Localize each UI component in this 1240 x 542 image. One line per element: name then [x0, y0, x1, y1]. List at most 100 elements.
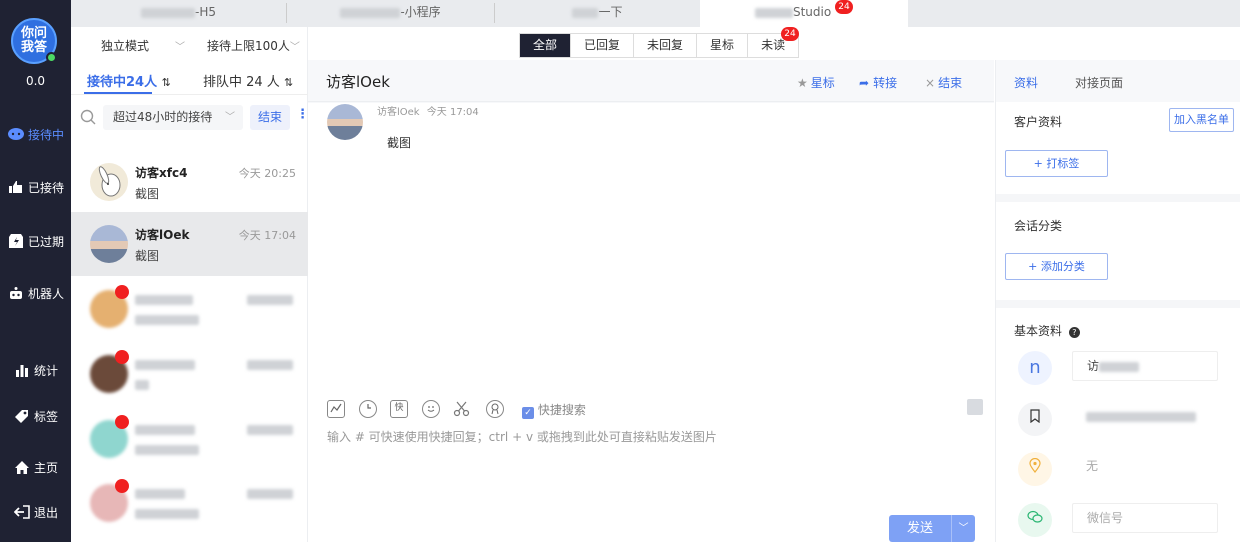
redacted-text	[141, 7, 195, 18]
message-input[interactable]: 输入 # 可快速使用快捷回复；ctrl + v 或拖拽到此处可直接粘贴发送图片	[327, 428, 967, 445]
sidebar-item-robot[interactable]: 机器人	[0, 281, 71, 305]
emoji-icon[interactable]	[422, 400, 440, 418]
time-filter-select[interactable]: 超过48小时的接待 ﹀	[103, 105, 243, 130]
chat-title: 访客lOek	[326, 73, 390, 91]
clock-icon[interactable]	[359, 400, 377, 418]
end-button[interactable]: 结束	[250, 105, 290, 130]
conversation-time: 今天 17:04	[238, 229, 296, 242]
redacted-text	[754, 7, 793, 18]
list-item[interactable]	[71, 407, 308, 471]
message-area: 访客lOek 今天 17:04 截图	[308, 103, 994, 399]
list-item[interactable]: 访客xfc4 截图 今天 20:25	[71, 150, 308, 214]
chat-header: 访客lOek ★ 星标 ➦ 转接 × 结束	[308, 60, 994, 102]
redacted-text	[135, 380, 149, 390]
sidebar-item-served[interactable]: 已接待	[0, 175, 71, 199]
conversation-time: 今天 20:25	[238, 167, 296, 180]
redacted-text	[247, 360, 293, 370]
message-avatar	[327, 104, 363, 140]
section-divider	[996, 194, 1240, 202]
home-icon	[13, 459, 31, 475]
tab-studio[interactable]: Studio 24	[700, 0, 908, 27]
star-button[interactable]: ★ 星标	[797, 74, 835, 91]
blacklist-button[interactable]: 加入黑名单	[1169, 108, 1234, 132]
tab-third[interactable]: 一下	[495, 0, 700, 27]
transfer-button[interactable]: ➦ 转接	[859, 74, 897, 91]
session-category-title: 会话分类	[1014, 219, 1063, 233]
quick-search-checkbox[interactable]: ✓ 快捷搜索	[522, 401, 586, 419]
sort-icon: ⇅	[161, 76, 171, 89]
share-icon: ➦	[859, 76, 870, 90]
sidebar-item-expired[interactable]: 已过期	[0, 229, 71, 253]
redacted-text	[247, 425, 293, 435]
redacted-text	[1099, 361, 1140, 372]
chat-bubble-icon	[7, 126, 25, 142]
mode-select[interactable]: 独立模式 ﹀	[101, 37, 185, 54]
sidebar-item-logout[interactable]: 退出	[0, 500, 71, 524]
avatar	[90, 163, 128, 201]
sidebar-item-serving[interactable]: 接待中	[0, 122, 71, 146]
redacted-text	[247, 295, 293, 305]
wechat-input[interactable]: 微信号	[1072, 503, 1218, 533]
location-pin-icon	[1018, 452, 1052, 486]
tab-queue[interactable]: 排队中 24 人 ⇅	[203, 71, 293, 90]
main-sidebar: 你问我答 0.0 接待中 已接待 已过期 机器人 统计 标签 主页 退出	[0, 0, 71, 542]
redacted-text	[135, 360, 195, 370]
limit-select-value: 接待上限100人	[207, 39, 290, 53]
tab-miniprogram[interactable]: -小程序	[287, 0, 494, 27]
filter-starred[interactable]: 星标	[697, 34, 749, 57]
quick-reply-icon[interactable]: 快	[390, 400, 408, 418]
limit-select[interactable]: 接待上限100人﹀	[207, 37, 300, 54]
scissors-icon[interactable]	[453, 400, 470, 420]
medal-icon[interactable]	[486, 400, 504, 418]
star-icon: ★	[797, 76, 808, 90]
tab-serving[interactable]: 接待中24人 ⇅	[87, 71, 171, 90]
tab-profile[interactable]: 资料	[1014, 74, 1038, 91]
location-field[interactable]: 无	[1072, 452, 1218, 482]
sidebar-item-tags[interactable]: 标签	[0, 404, 71, 428]
chevron-down-icon[interactable]: ﹀	[951, 515, 975, 542]
mode-select-value: 独立模式	[101, 39, 150, 53]
sidebar-item-statistics[interactable]: 统计	[0, 358, 71, 382]
redacted-text	[135, 445, 199, 455]
list-item[interactable]	[71, 471, 308, 535]
unread-dot	[115, 285, 129, 299]
customer-info-panel: 资料 对接页面 客户资料 加入黑名单 + 打标签 会话分类 + 添加分类 基本资…	[995, 60, 1240, 542]
tag-icon	[13, 408, 31, 424]
star-label: 星标	[810, 76, 835, 90]
app-logo[interactable]: 你问我答	[11, 18, 57, 64]
close-icon: ×	[925, 76, 936, 90]
quick-search-label: 快捷搜索	[537, 403, 586, 417]
avatar	[90, 225, 128, 263]
wechat-field-row: 微信号	[996, 495, 1240, 542]
redacted-text	[135, 315, 199, 325]
sidebar-item-label: 机器人	[27, 286, 64, 301]
chevron-down-icon: ﹀	[225, 112, 235, 123]
add-category-button[interactable]: + 添加分类	[1005, 253, 1108, 280]
chart-icon[interactable]	[327, 400, 345, 418]
list-item[interactable]	[71, 277, 308, 341]
search-icon[interactable]	[80, 109, 96, 128]
bookmark-icon	[1018, 402, 1052, 436]
info-tabs: 资料 对接页面	[996, 60, 1240, 102]
message-time: 今天 17:04	[426, 107, 479, 118]
logo-text: 你问我答	[20, 26, 47, 55]
name-field[interactable]: 访	[1072, 351, 1218, 381]
tab-queue-label: 排队中 24 人	[203, 75, 280, 90]
id-field[interactable]	[1072, 402, 1218, 432]
conversation-name: 访客lOek	[135, 228, 190, 242]
filter-unreplied[interactable]: 未回复	[634, 34, 698, 57]
sidebar-item-home[interactable]: 主页	[0, 455, 71, 479]
send-button[interactable]: 发送 ﹀	[889, 515, 975, 542]
tab-h5[interactable]: -H5	[71, 0, 286, 27]
tab-connect-page[interactable]: 对接页面	[1075, 74, 1123, 91]
filter-replied[interactable]: 已回复	[571, 34, 635, 57]
help-icon[interactable]: ?	[1068, 327, 1080, 338]
screenshot-icon[interactable]	[967, 399, 983, 415]
list-item[interactable]: 访客lOek 截图 今天 17:04	[71, 212, 308, 276]
tab-label: Studio	[792, 5, 832, 19]
end-chat-button[interactable]: × 结束	[925, 74, 962, 91]
add-tag-button[interactable]: + 打标签	[1005, 150, 1108, 177]
list-item[interactable]	[71, 342, 308, 406]
redacted-text	[572, 7, 599, 18]
filter-all[interactable]: 全部	[520, 34, 572, 57]
